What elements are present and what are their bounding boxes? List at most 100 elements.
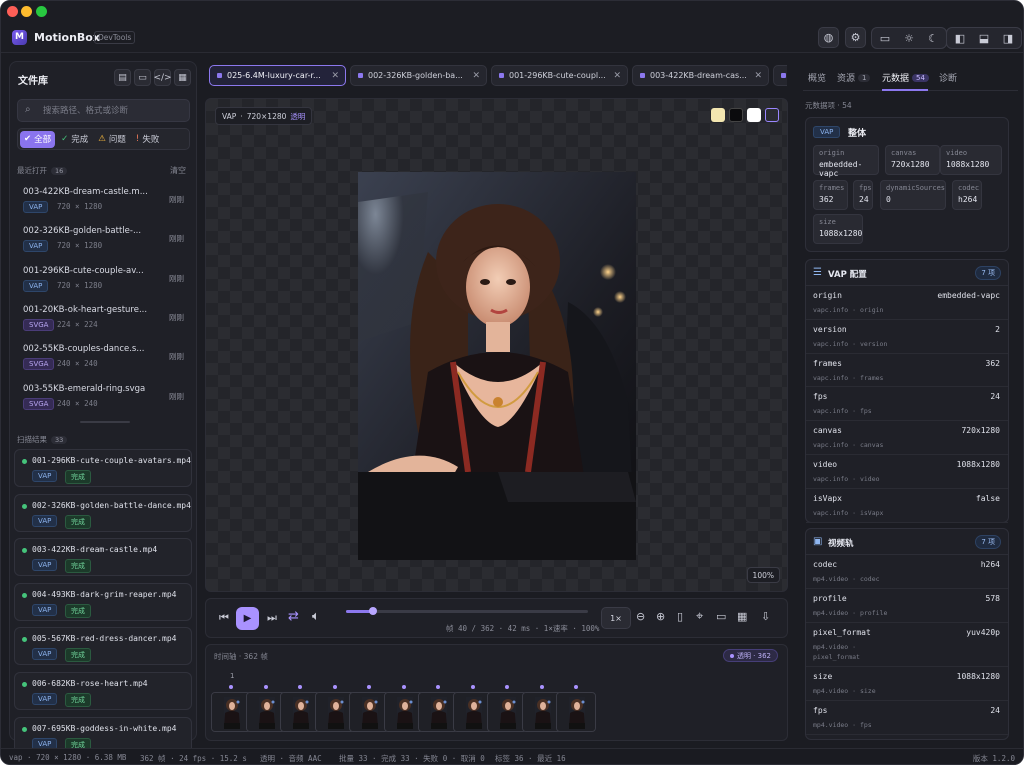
file-name: 001-20KB-ok-heart-gesture... [23,304,148,315]
close-tab-icon[interactable]: ✕ [754,71,762,81]
row-path: vapc.info · canvas [813,441,884,450]
language-button[interactable]: ◍ [818,27,839,48]
section-count: 7 项 [975,266,1001,280]
clear-recent-button[interactable]: 清空 [170,165,186,176]
scan-item[interactable]: 001-296KB-cute-couple-avatars.mp4 VAP 完成 [14,449,192,487]
tab-file[interactable]: 002-326KB-golden-ba... ✕ [350,65,487,86]
tab-file[interactable]: 025-6.4M-luxury-car-r... ✕ [209,65,346,86]
metadata-row: video vapc.info · video 1088x1280 [806,455,1008,489]
scan-item[interactable]: 003-422KB-dream-castle.mp4 VAP 完成 [14,538,192,577]
tab-resources[interactable]: 资源 1 [837,71,871,84]
scan-item[interactable]: 002-326KB-golden-battle-dance.mp4 VAP 完成 [14,493,192,532]
row-key: isVapx [813,493,842,503]
timeline-tag: 透明 · 362 [722,649,778,662]
toggle-right-panel-button[interactable]: ◨ [997,29,1019,47]
recent-item[interactable]: 003-55KB-emerald-ring.svga SVGA 240 × 240 刚… [10,380,198,418]
tab-metadata[interactable]: 元数据 54 [882,71,929,84]
play-button[interactable]: ▶ [236,607,259,630]
bg-swatch-cream[interactable] [711,108,725,122]
recent-item[interactable]: 002-326KB-golden-battle-... VAP 720 × 1280… [10,222,198,260]
metadata-field: canvas 720x1280 [885,145,940,175]
metadata-field: frames 362 [813,180,848,210]
metadata-row: version vapc.info · version 2 [806,320,1008,354]
tab-dot [781,73,786,78]
metadata-field: origin embedded-vapc [813,145,879,178]
zoom-out-icon[interactable]: ⊖ [636,610,645,623]
scan-item[interactable]: 004-493KB-dark-grim-reaper.mp4 VAP 完成 [14,582,192,621]
tab-overflow[interactable] [773,65,787,86]
tab-file[interactable]: 003-422KB-dream-cas... ✕ [632,65,769,86]
recent-item[interactable]: 002-55KB-couples-dance.s... SVGA 240 × 240… [10,340,198,378]
skip-forward-icon[interactable]: ⏭ [267,611,277,625]
tab-diagnostics[interactable]: 诊断 [939,71,957,84]
close-window-button[interactable] [7,6,18,17]
moon-icon: ☾ [928,31,938,45]
title-bar: M MotionBox DevTools ◍ ⚙ ▭ ☼ ☾ ◧ ⬓ ◨ [1,1,1023,53]
minimize-window-button[interactable] [21,6,32,17]
open-folder-button[interactable]: ▭ [134,69,151,86]
grid-icon[interactable]: ▦ [737,610,747,623]
row-value: 1088x1280 [956,672,1000,681]
close-tab-icon[interactable]: ✕ [472,71,480,81]
filter-done[interactable]: ✓ 完成 [57,131,92,148]
row-path: mp4.video · size [813,687,876,695]
volume-icon[interactable]: 🔈︎ [312,609,320,624]
tab-file[interactable]: 001-296KB-cute-coupl... ✕ [491,65,628,86]
status-file: vap · 720 × 1280 · 6.38 MB [9,753,127,762]
tab-overview[interactable]: 概览 [808,71,826,84]
scan-item[interactable]: 005-567KB-red-dress-dancer.mp4 VAP 完成 [14,627,192,666]
filter-all[interactable]: ✔ 全部 [20,130,56,148]
row-key: origin [813,291,842,300]
tab-dot [217,73,222,78]
toggle-bottom-panel-button[interactable]: ⬓ [973,29,995,47]
metadata-row: isVapx vapc.info · isVapx false [806,489,1008,523]
opened-time: 刚刚 [169,195,184,204]
bg-swatch-black[interactable] [729,108,743,122]
search-icon: ⌕ [25,104,31,115]
close-tab-icon[interactable]: ✕ [613,71,621,81]
theme-light-button[interactable]: ☼ [898,29,920,47]
table-view-button[interactable]: ▦ [174,69,191,86]
settings-button[interactable]: ⚙ [845,27,866,48]
tab-label: 资源 [837,74,856,84]
recent-item[interactable]: 001-296KB-cute-couple-av... VAP 720 × 1280… [10,262,198,300]
recent-item[interactable]: 001-20KB-ok-heart-gesture... SVGA 224 × 22… [10,301,198,339]
open-file-button[interactable]: ▤ [114,69,131,86]
device-preview-icon[interactable]: ▯ [677,610,683,623]
opened-time: 刚刚 [169,234,184,244]
tag-dot [729,653,734,658]
download-icon[interactable]: ⇩ [761,610,770,623]
timeline-tag-label: 透明 · 362 [736,651,771,660]
code-view-button[interactable]: </> [153,69,172,86]
error-icon: ! [135,134,140,144]
frame-thumbnail[interactable] [556,692,596,732]
scan-item[interactable]: 006-682KB-rose-heart.mp4 VAP 完成 [14,672,192,710]
skip-back-icon[interactable]: ⏮ [219,611,229,625]
theme-system-button[interactable]: ▭ [874,29,896,47]
opened-time: 刚刚 [169,352,184,362]
filter-issue[interactable]: ⚠ 问题 [94,131,130,148]
preview-image [358,172,636,560]
close-tab-icon[interactable]: ✕ [331,71,339,81]
theme-dark-button[interactable]: ☾ [922,29,944,47]
layout-switcher: ◧ ⬓ ◨ [946,27,1022,49]
playback-scrubber[interactable] [346,607,588,615]
filter-failed[interactable]: ! 失败 [132,131,163,148]
speed-select[interactable]: 1× [601,607,631,629]
maximize-window-button[interactable] [36,6,47,17]
preview-stage[interactable]: VAP · 720×1280 透明 100% [205,98,788,592]
zoom-in-icon[interactable]: ⊕ [656,610,665,623]
search-input[interactable] [43,104,183,118]
crosshair-icon[interactable]: ⌖ [696,609,703,624]
status-dot [22,503,27,509]
scrubber-handle[interactable] [368,607,377,615]
loop-icon[interactable]: ⇄ [288,609,299,624]
monitor-icon: ▭ [879,31,891,45]
aspect-icon[interactable]: ▭ [716,610,726,623]
bg-swatch-checker[interactable] [765,108,779,122]
bg-swatch-white[interactable] [747,108,761,122]
toggle-left-panel-button[interactable]: ◧ [949,29,971,47]
timeline-panel: 时间轴 · 362 帧 透明 · 362 1 [205,644,788,741]
zoom-level[interactable]: 100% [746,567,780,583]
recent-item[interactable]: 003-422KB-dream-castle.m... VAP 720 × 1280… [10,183,198,221]
